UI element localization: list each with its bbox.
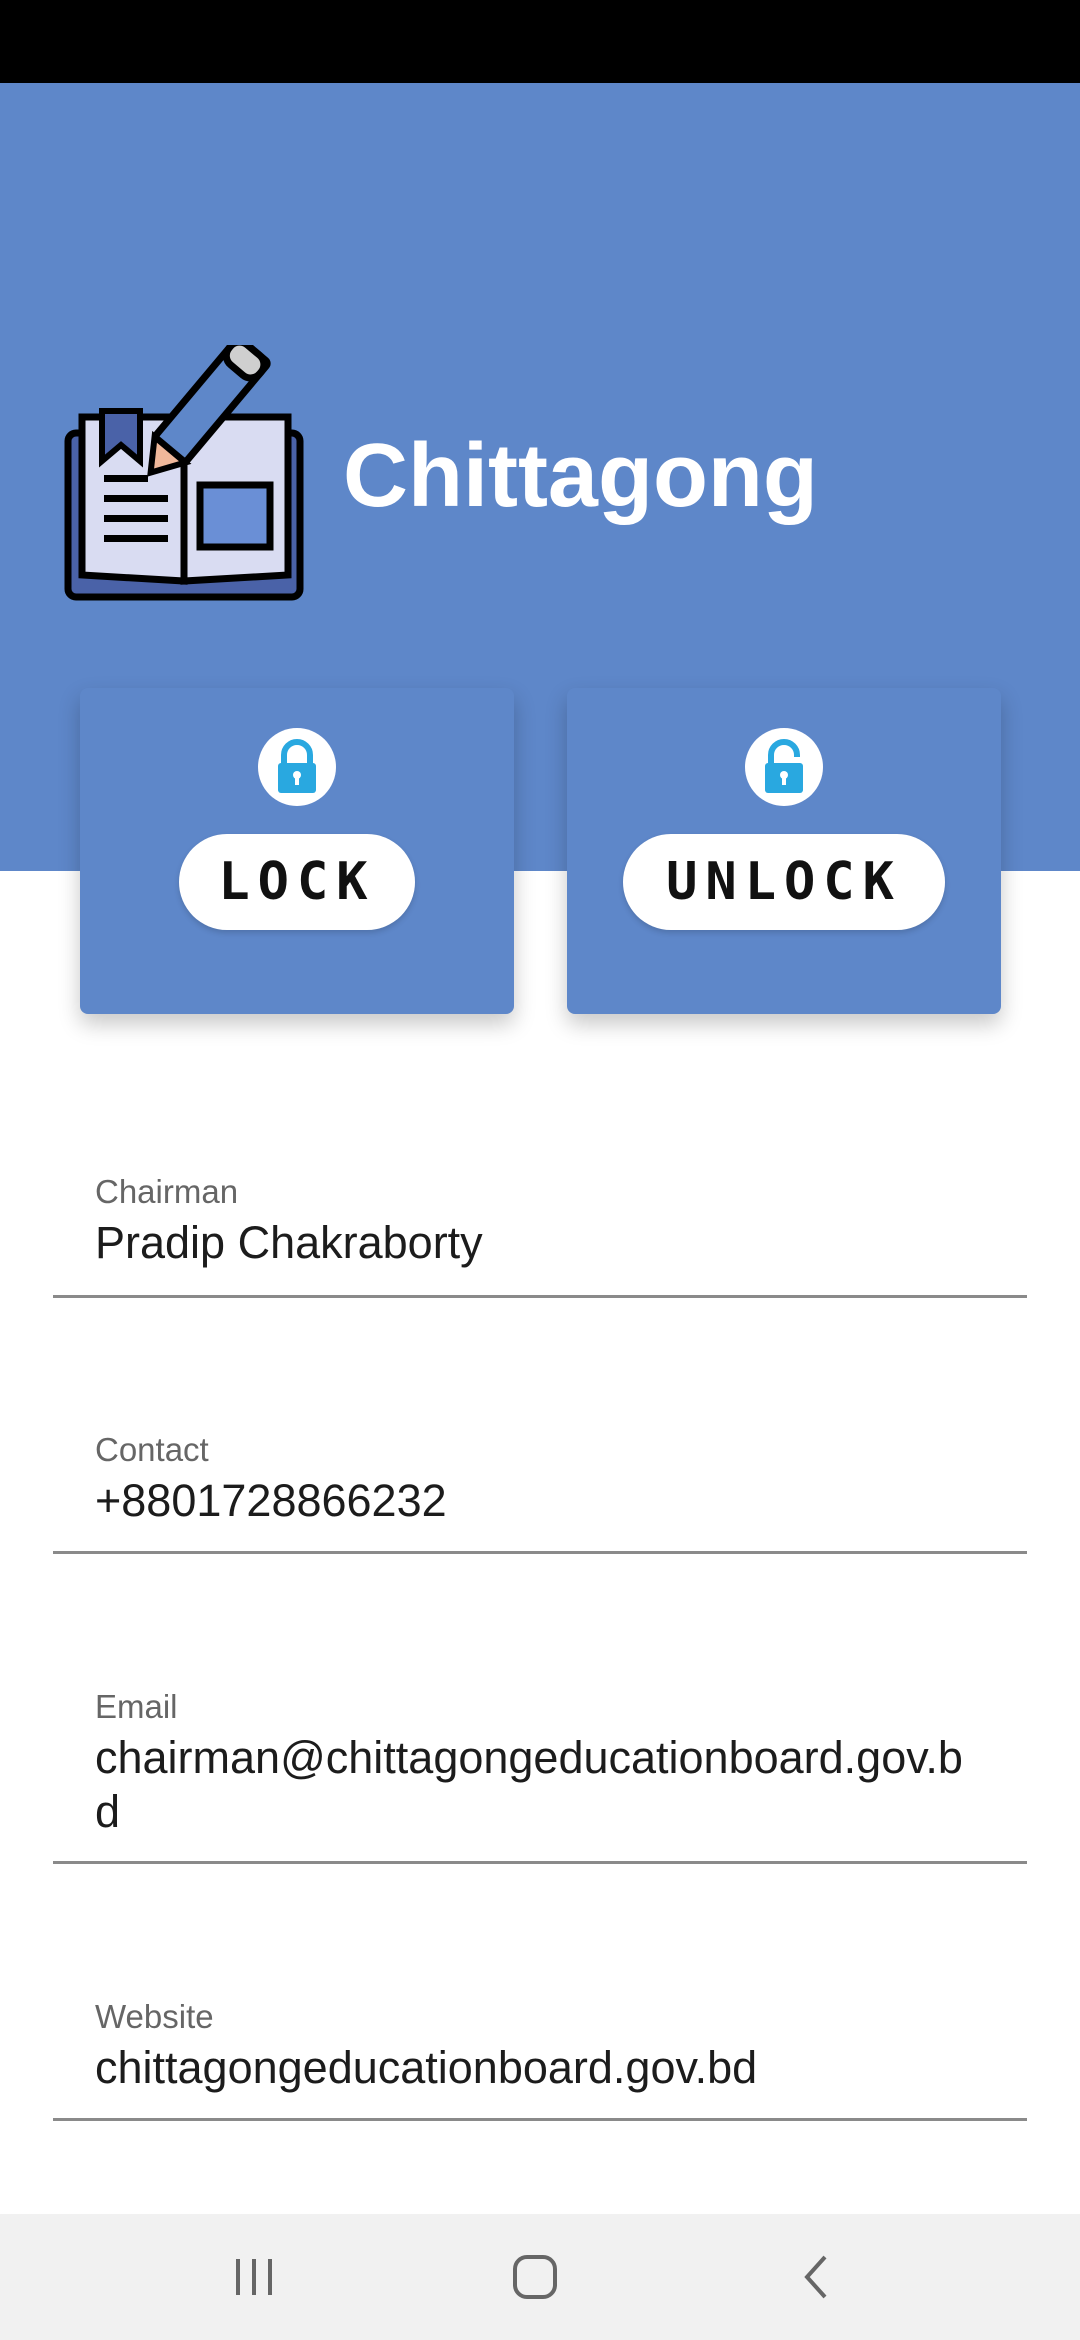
website-label: Website <box>95 1998 214 2035</box>
app-title: Chittagong <box>343 426 818 526</box>
chairman-value: Pradip Chakraborty <box>95 1217 483 1268</box>
unlock-button[interactable]: UNLOCK <box>623 834 945 930</box>
unlocked-padlock-icon <box>745 728 823 806</box>
status-bar <box>0 0 1080 83</box>
recent-apps-icon <box>236 2259 272 2295</box>
lock-card: LOCK <box>80 688 514 1014</box>
book-with-pencil-icon <box>64 345 304 601</box>
home-button[interactable] <box>455 2214 615 2340</box>
recent-apps-button[interactable] <box>174 2214 334 2340</box>
contact-field[interactable]: Contact +8801728866232 <box>53 1430 1027 1554</box>
back-icon <box>804 2255 827 2299</box>
lock-button[interactable]: LOCK <box>179 834 415 930</box>
locked-padlock-icon <box>258 728 336 806</box>
website-value: chittagongeducationboard.gov.bd <box>95 2042 758 2093</box>
unlock-card: UNLOCK <box>567 688 1001 1014</box>
contact-value: +8801728866232 <box>95 1475 447 1526</box>
chairman-label: Chairman <box>95 1173 239 1210</box>
home-icon <box>513 2255 557 2299</box>
contact-label: Contact <box>95 1431 209 1468</box>
website-field[interactable]: Website chittagongeducationboard.gov.bd <box>53 1997 1027 2121</box>
navigation-bar <box>0 2214 1080 2340</box>
chairman-field[interactable]: Chairman Pradip Chakraborty <box>53 1172 1027 1298</box>
email-field[interactable]: Email chairman@chittagongeducationboard.… <box>53 1687 1027 1864</box>
email-label: Email <box>95 1688 178 1725</box>
back-button[interactable] <box>736 2214 896 2340</box>
email-value: chairman@chittagongeducationboard.gov.bd <box>95 1732 963 1837</box>
